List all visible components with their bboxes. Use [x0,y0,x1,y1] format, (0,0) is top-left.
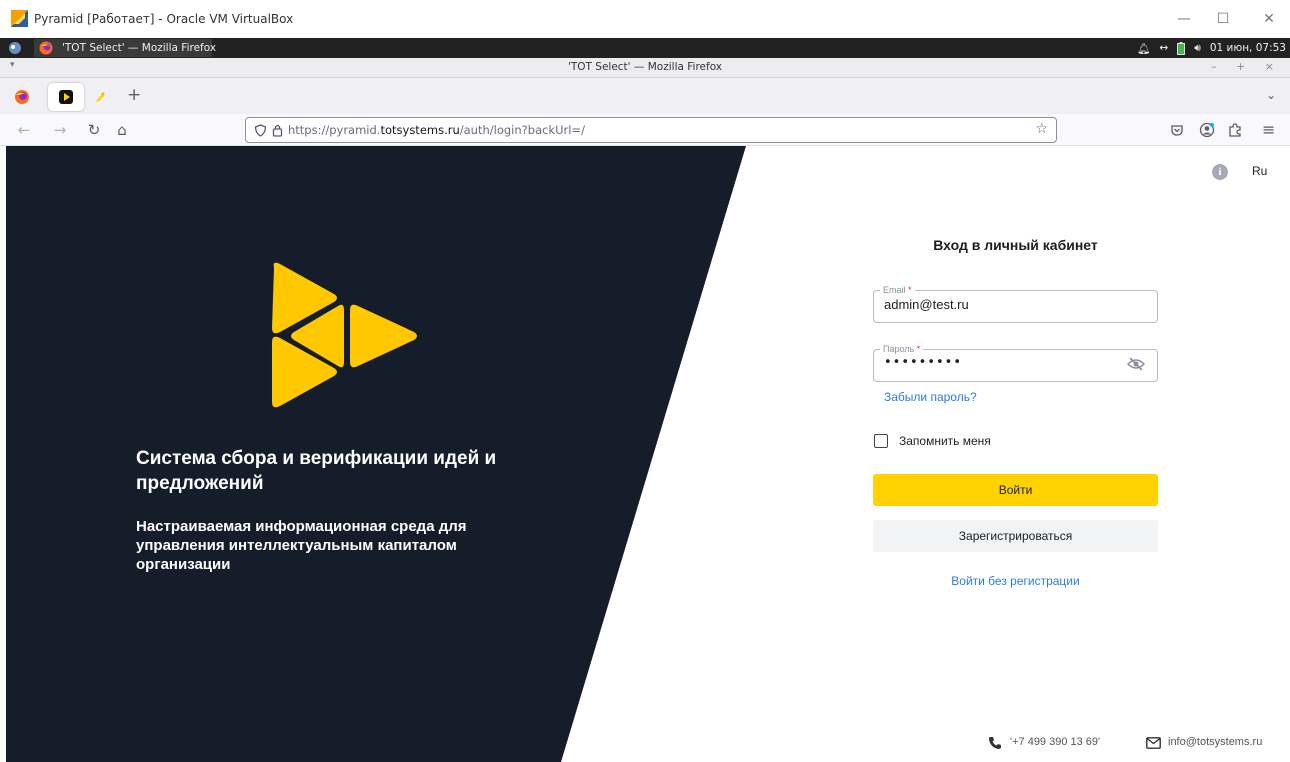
back-arrow-icon: ← [17,121,31,139]
password-input-area: ••••••••• [884,354,1147,378]
tracking-shield-icon[interactable] [254,124,267,137]
tot-favicon-icon [59,90,73,104]
virtualbox-app-icon [11,10,28,27]
required-mark: * [916,344,921,354]
tab-pending-icon[interactable] [93,90,107,104]
phone-icon [989,737,1001,749]
language-switch[interactable]: Ru [1252,164,1267,178]
vbox-window-title: Pyramid [Работает] - Oracle VM VirtualBo… [34,12,294,26]
guest-login-link[interactable]: Войти без регистрации [873,574,1158,588]
battery-icon[interactable] [1177,41,1186,55]
url-text: https://pyramid.totsystems.ru/auth/login… [288,123,585,137]
email-field-legend: Email * [880,285,915,295]
taskbar-item-label: 'TOT Select' — Mozilla Firefox [62,42,217,54]
email-input[interactable]: admin@test.ru [884,297,969,312]
remember-me-checkbox[interactable] [874,434,888,448]
extensions-icon[interactable] [1227,122,1243,138]
email-input-area: admin@test.ru [884,295,1147,319]
password-field-legend: Пароль * [880,344,923,354]
forward-arrow-icon: → [53,121,67,139]
email-field-label: Email [883,285,906,295]
firefox-icon [39,41,53,55]
lock-icon[interactable] [272,123,283,137]
required-mark: * [908,285,912,295]
pocket-icon[interactable] [1170,123,1184,137]
back-button[interactable]: ← [14,120,34,140]
register-button[interactable]: Зарегистрироваться [873,520,1158,552]
url-prefix: https://pyramid. [288,123,381,137]
contact-email[interactable]: info@totsystems.ru [1168,736,1262,748]
remember-me-label[interactable]: Запомнить меня [899,434,991,448]
password-input[interactable]: ••••••••• [884,355,962,370]
home-icon: ⌂ [117,121,127,139]
minimize-icon: — [1177,11,1191,27]
url-bar[interactable]: https://pyramid.totsystems.ru/auth/login… [245,117,1057,143]
bookmark-star-icon[interactable]: ☆ [1035,121,1048,137]
forgot-password-link[interactable]: Забыли пароль? [884,390,977,404]
maximize-icon: ☐ [1216,11,1230,27]
firefox-view-icon[interactable] [14,89,30,105]
firefox-titlebar: ▾ 'TOT Select' — Mozilla Firefox – + × [0,58,1290,78]
app-menu-icon[interactable]: ≡ [1262,120,1275,139]
tab-strip: + ⌄ [0,78,1290,114]
os-menu-icon[interactable] [8,41,22,55]
url-domain: totsystems.ru [380,123,460,137]
login-button[interactable]: Войти [873,474,1158,506]
new-tab-button[interactable]: + [127,85,141,105]
phone-number[interactable]: '+7 499 390 13 69' [1010,736,1100,748]
home-button[interactable]: ⌂ [112,120,132,140]
forward-button[interactable]: → [50,120,70,140]
minimize-button[interactable]: — [1170,8,1198,30]
bell-icon[interactable]: 🔔︎ [1137,42,1150,55]
account-icon[interactable] [1199,122,1215,138]
maximize-button[interactable]: ☐ [1209,8,1237,30]
firefox-window-title: 'TOT Select' — Mozilla Firefox [567,61,723,73]
taskbar-item-firefox[interactable]: 'TOT Select' — Mozilla Firefox [34,39,216,57]
tab-tot-select[interactable] [48,83,84,111]
volume-icon[interactable]: 🔊︎ [1194,42,1201,55]
email-field[interactable]: Email * admin@test.ru [873,285,1158,323]
hero-headline: Система сбора и верификации идей и предл… [136,448,497,494]
system-tray: 🔔︎ ↔ 🔊︎ 01 июн, 07:53 [1137,38,1286,58]
navigation-toolbar: ← → ↻ ⌂ https://pyramid.totsystems.ru/au… [0,114,1290,146]
hero-subline: Настраиваемая информационная среда для у… [136,518,467,573]
list-tabs-chevron-icon[interactable]: ⌄ [1266,88,1276,102]
network-icon[interactable]: ↔ [1159,42,1168,54]
close-window-button[interactable]: ✕ [1255,8,1283,30]
clock[interactable]: 01 июн, 07:53 [1210,42,1286,54]
password-field-label: Пароль [883,344,915,354]
page-content: Система сбора и верификации идей и предл… [0,146,1290,762]
tot-logo-icon [272,262,417,408]
reload-button[interactable]: ↻ [84,120,104,140]
eye-off-icon[interactable] [1127,356,1145,372]
login-form-title: Вход в личный кабинет [933,237,1098,253]
password-field[interactable]: Пароль * ••••••••• [873,344,1158,382]
mail-icon [1146,737,1161,749]
reload-icon: ↻ [87,121,101,139]
url-path: /auth/login?backUrl=/ [459,123,585,137]
info-icon[interactable]: i [1212,164,1228,180]
close-icon: ✕ [1263,11,1275,27]
os-taskbar: 'TOT Select' — Mozilla Firefox 🔔︎ ↔ 🔊︎ 0… [0,38,1290,58]
vbox-titlebar: Pyramid [Работает] - Oracle VM VirtualBo… [0,0,1290,38]
firefox-window-controls-icon[interactable]: – + × [1211,60,1282,73]
